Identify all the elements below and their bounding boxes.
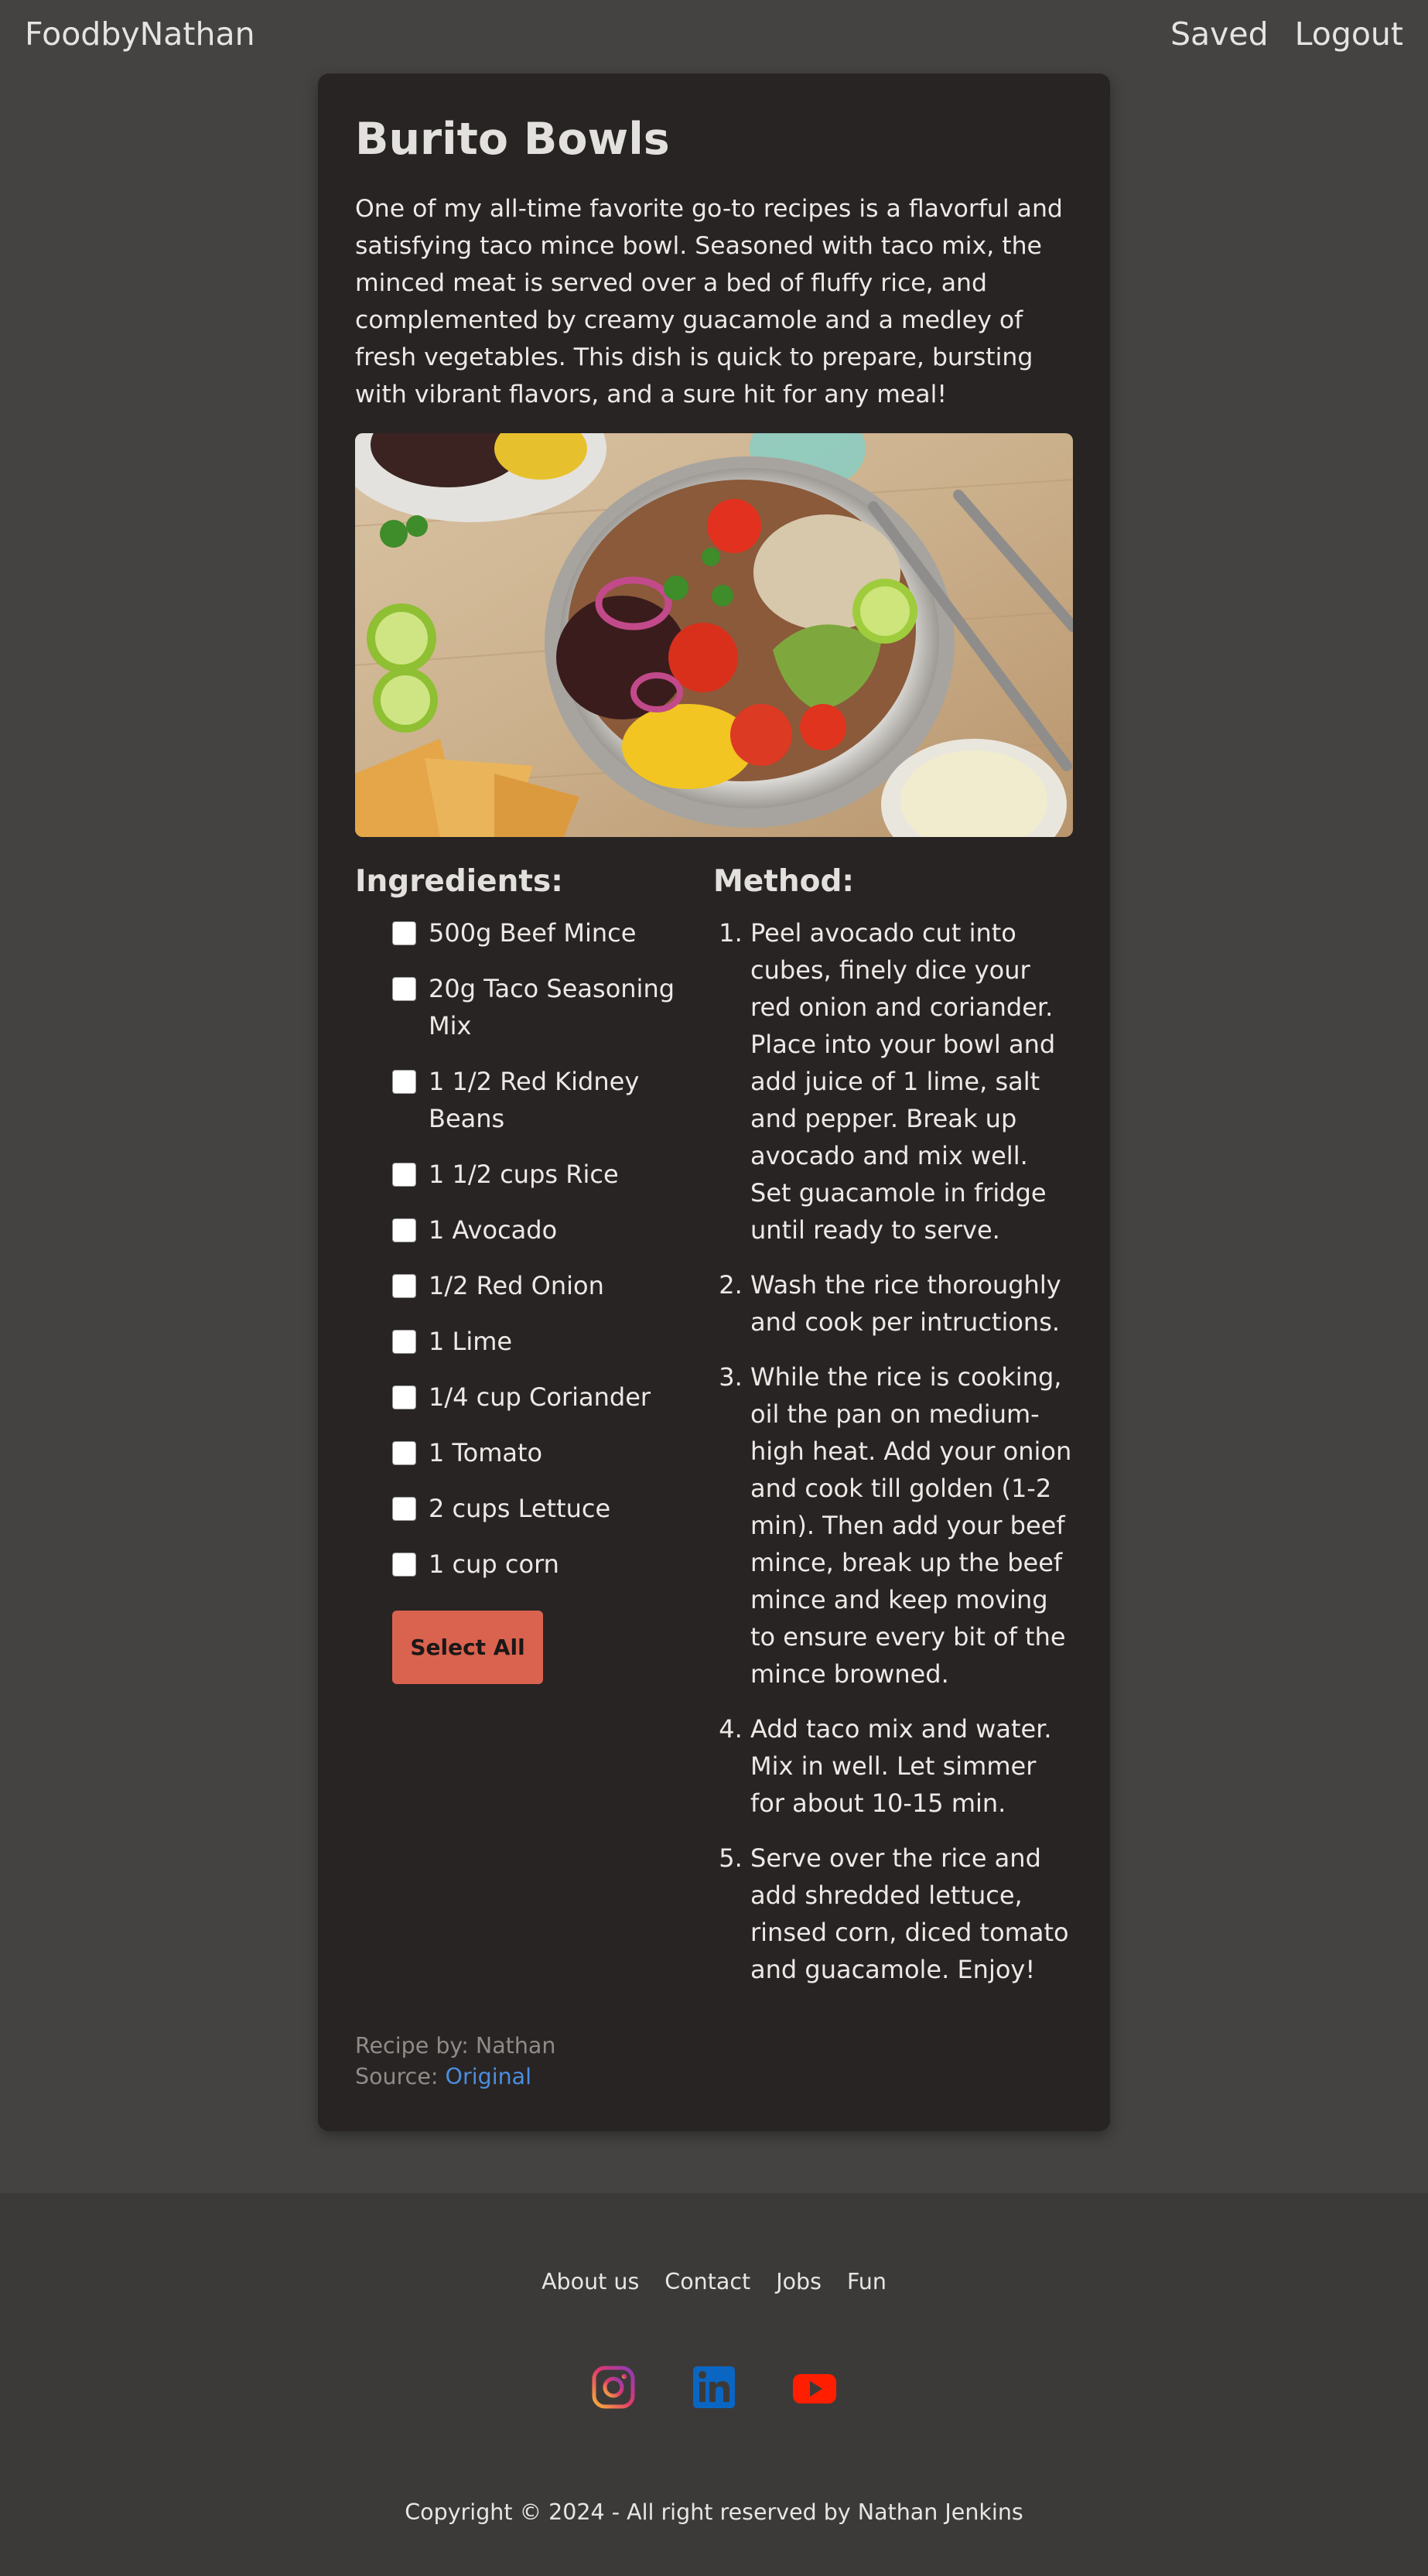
instagram-icon[interactable]	[591, 2365, 636, 2410]
ingredient-label: 1/4 cup Coriander	[429, 1382, 651, 1412]
footer-link[interactable]: Jobs	[776, 2269, 822, 2294]
recipe-card: Burito Bowls One of my all-time favorite…	[318, 73, 1110, 2131]
top-navbar: FoodbyNathan Saved Logout	[0, 0, 1428, 68]
ingredient-item[interactable]: 1 1/2 cups Rice	[392, 1156, 713, 1193]
ingredient-checkbox[interactable]	[392, 1440, 416, 1465]
site-footer: About us Contact Jobs Fun Copyright © 20…	[0, 2193, 1428, 2576]
ingredient-label: 1 Avocado	[429, 1215, 558, 1245]
ingredients-list: 500g Beef Mince 20g Taco Seasoning Mix 1 1…	[355, 914, 713, 1583]
recipe-title: Burito Bowls	[355, 114, 670, 165]
footer-link[interactable]: Fun	[847, 2269, 887, 2294]
saved-link[interactable]: Saved	[1170, 15, 1269, 53]
ingredient-item[interactable]: 1/4 cup Coriander	[392, 1379, 713, 1416]
footer-links: About us Contact Jobs Fun	[0, 2269, 1428, 2294]
ingredient-label: 1 1/2 Red Kidney Beans	[429, 1066, 640, 1133]
method-heading: Method:	[713, 863, 854, 899]
recipe-columns: Ingredients: 500g Beef Mince 20g Taco Sea…	[355, 863, 1073, 2006]
youtube-icon[interactable]	[792, 2365, 837, 2410]
ingredient-checkbox[interactable]	[392, 1385, 416, 1409]
footer-link[interactable]: About us	[541, 2269, 639, 2294]
method-step: Add taco mix and water. Mix in well. Let…	[750, 1710, 1073, 1822]
ingredient-item[interactable]: 1 Avocado	[392, 1211, 713, 1249]
ingredient-item[interactable]: 1 Lime	[392, 1323, 713, 1360]
recipe-source: Source: Original	[355, 2062, 555, 2093]
ingredient-item[interactable]: 1 cup corn	[392, 1546, 713, 1583]
source-label: Source:	[355, 2064, 446, 2089]
ingredient-label: 2 cups Lettuce	[429, 1493, 611, 1523]
select-all-button[interactable]: Select All	[392, 1610, 543, 1684]
ingredient-checkbox[interactable]	[392, 1069, 416, 1094]
ingredient-checkbox[interactable]	[392, 921, 416, 945]
recipe-description: One of my all-time favorite go-to recipe…	[355, 194, 1063, 408]
source-original-link[interactable]: Original	[446, 2064, 532, 2089]
ingredient-item[interactable]: 1 Tomato	[392, 1434, 713, 1471]
brand-logo-link[interactable]: FoodbyNathan	[25, 15, 255, 53]
method-section: Method: Peel avocado cut into cubes, fin…	[713, 863, 1073, 2006]
ingredients-heading: Ingredients:	[355, 863, 563, 899]
ingredient-item[interactable]: 1/2 Red Onion	[392, 1267, 713, 1304]
ingredient-checkbox[interactable]	[392, 1162, 416, 1187]
ingredient-item[interactable]: 2 cups Lettuce	[392, 1490, 713, 1527]
logout-link[interactable]: Logout	[1295, 15, 1403, 53]
ingredient-item[interactable]: 500g Beef Mince	[392, 914, 713, 951]
footer-link[interactable]: Contact	[664, 2269, 750, 2294]
method-step: Serve over the rice and add shredded let…	[750, 1840, 1073, 1988]
burrito-bowl-image	[355, 432, 1073, 837]
method-step: Peel avocado cut into cubes, finely dice…	[750, 914, 1073, 1249]
ingredient-label: 1 Tomato	[429, 1437, 543, 1467]
ingredient-item[interactable]: 20g Taco Seasoning Mix	[392, 970, 713, 1044]
ingredient-checkbox[interactable]	[392, 1273, 416, 1298]
social-links	[0, 2365, 1428, 2410]
ingredient-label: 20g Taco Seasoning Mix	[429, 973, 675, 1040]
ingredient-checkbox[interactable]	[392, 1329, 416, 1354]
recipe-credits: Recipe by: Nathan Source: Original	[355, 2031, 555, 2093]
ingredient-checkbox[interactable]	[392, 1496, 416, 1521]
recipe-author: Recipe by: Nathan	[355, 2033, 556, 2058]
recipe-photo	[355, 432, 1073, 837]
ingredient-checkbox[interactable]	[392, 976, 416, 1001]
ingredient-checkbox[interactable]	[392, 1552, 416, 1577]
copyright-text: Copyright © 2024 - All right reserved by…	[405, 2499, 1023, 2525]
linkedin-icon[interactable]	[692, 2365, 736, 2410]
ingredient-label: 1 1/2 cups Rice	[429, 1159, 619, 1189]
method-list: Peel avocado cut into cubes, finely dice…	[713, 914, 1073, 1988]
nav-links: Saved Logout	[1170, 15, 1403, 53]
ingredients-section: Ingredients: 500g Beef Mince 20g Taco Sea…	[355, 863, 713, 2006]
method-step: Wash the rice thoroughly and cook per in…	[750, 1266, 1073, 1341]
ingredient-checkbox[interactable]	[392, 1218, 416, 1242]
method-step: While the rice is cooking, oil the pan o…	[750, 1358, 1073, 1693]
ingredient-item[interactable]: 1 1/2 Red Kidney Beans	[392, 1063, 713, 1137]
ingredient-label: 1 cup corn	[429, 1549, 559, 1579]
ingredient-label: 1 Lime	[429, 1326, 513, 1356]
ingredient-label: 500g Beef Mince	[429, 917, 637, 948]
ingredient-label: 1/2 Red Onion	[429, 1270, 604, 1300]
